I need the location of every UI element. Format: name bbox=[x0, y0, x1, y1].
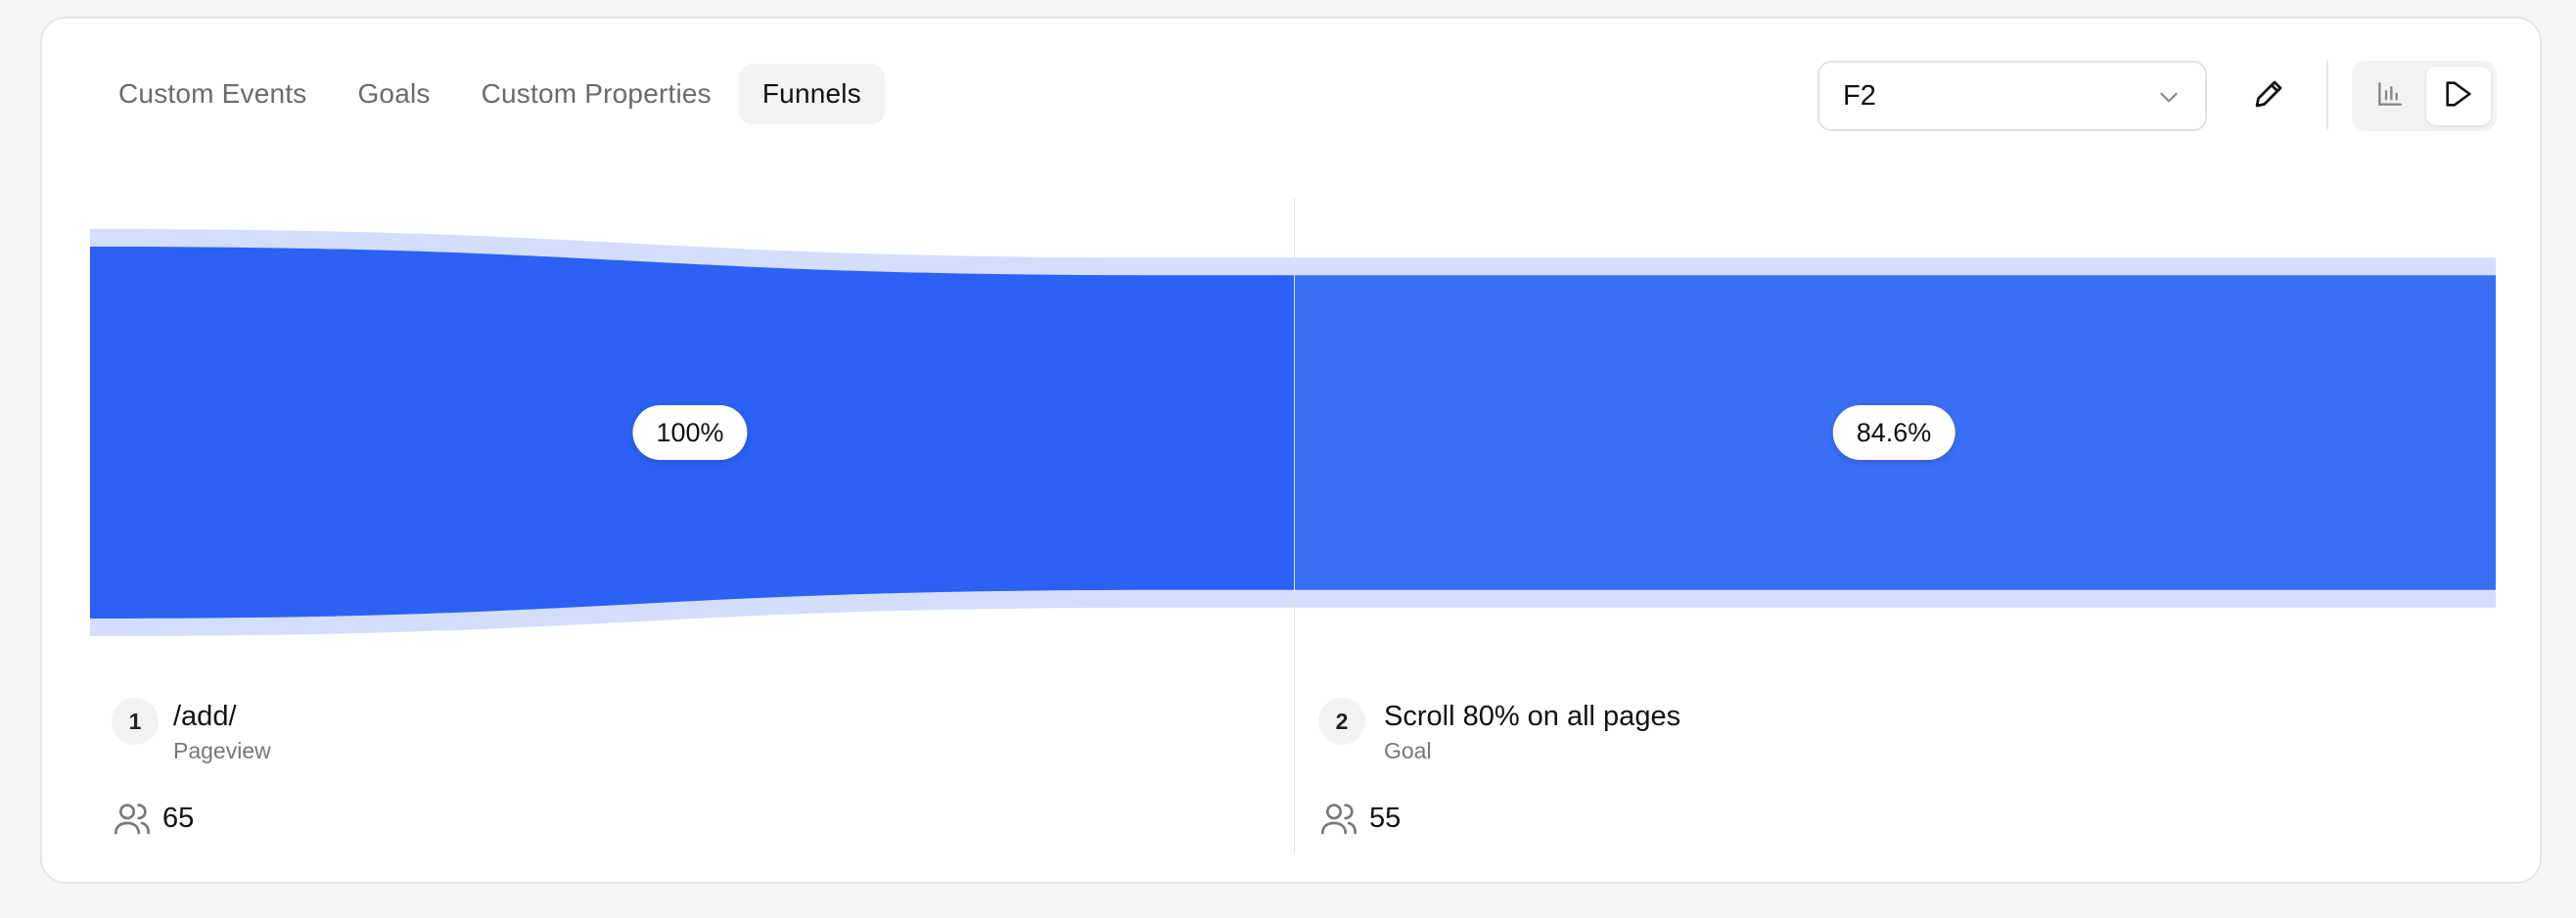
step-2-visitors: 55 bbox=[1369, 803, 1402, 834]
funnel-chart bbox=[90, 229, 2496, 636]
step-2-type: Goal bbox=[1384, 738, 1432, 763]
step-1-number-badge: 1 bbox=[112, 698, 159, 745]
step-1-percent-label: 100% bbox=[632, 405, 748, 460]
step-divider bbox=[1294, 198, 1295, 853]
users-icon bbox=[113, 799, 152, 843]
step-1-type: Pageview bbox=[173, 738, 271, 763]
step-2-number-badge: 2 bbox=[1318, 698, 1365, 745]
step-2-percent-label: 84.6% bbox=[1832, 405, 1955, 460]
step-2-name: Scroll 80% on all pages bbox=[1384, 701, 1681, 732]
users-icon bbox=[1319, 799, 1358, 843]
step-1-name: /add/ bbox=[173, 701, 237, 732]
step-1-visitors: 65 bbox=[162, 803, 195, 834]
